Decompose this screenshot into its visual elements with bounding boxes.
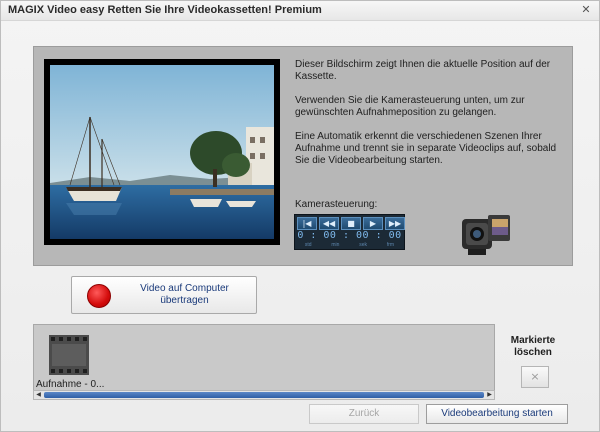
info-paragraph: Eine Automatik erkennt die verschiedenen… bbox=[295, 131, 557, 166]
info-text: Dieser Bildschirm zeigt Ihnen die aktuel… bbox=[295, 59, 565, 179]
record-label-line: übertragen bbox=[160, 295, 209, 306]
storyboard: Aufnahme - 0... bbox=[33, 324, 495, 399]
title-bar: MAGIX Video easy Retten Sie Ihre Videoka… bbox=[1, 1, 599, 21]
back-button[interactable]: Zurück bbox=[309, 404, 419, 424]
record-button[interactable]: Video auf Computer übertragen bbox=[71, 276, 257, 314]
info-paragraph: Verwenden Sie die Kamerasteuerung unten,… bbox=[295, 95, 525, 118]
rewind-icon[interactable]: ◀◀ bbox=[319, 217, 339, 230]
video-preview bbox=[44, 59, 280, 245]
delete-button[interactable]: × bbox=[521, 366, 549, 388]
film-clip-icon[interactable] bbox=[49, 335, 89, 375]
stop-icon[interactable]: ■ bbox=[341, 217, 361, 230]
record-icon bbox=[87, 284, 111, 308]
start-editing-button[interactable]: Videobearbeitung starten bbox=[426, 404, 568, 424]
storyboard-scrollbar[interactable]: ◀ ▶ bbox=[33, 390, 495, 400]
close-icon[interactable]: ✕ bbox=[579, 3, 593, 17]
camera-control-label: Kamerasteuerung: bbox=[295, 199, 378, 210]
clip-label: Aufnahme - 0... bbox=[36, 379, 105, 390]
timecode-unit: sek bbox=[359, 242, 368, 248]
play-icon[interactable]: ▶ bbox=[363, 217, 383, 230]
record-label-line: Video auf Computer bbox=[140, 283, 229, 294]
video-frame-image bbox=[50, 65, 274, 239]
timecode-units: std min sek frm bbox=[295, 242, 404, 248]
camcorder-icon bbox=[462, 215, 510, 255]
info-paragraph: Dieser Bildschirm zeigt Ihnen die aktuel… bbox=[295, 59, 551, 82]
fast-forward-icon[interactable]: ▶▶ bbox=[385, 217, 405, 230]
timecode-unit: frm bbox=[386, 242, 395, 248]
delete-label-line: löschen bbox=[514, 347, 552, 358]
app-window: MAGIX Video easy Retten Sie Ihre Videoka… bbox=[0, 0, 600, 432]
preview-panel: Dieser Bildschirm zeigt Ihnen die aktuel… bbox=[33, 46, 573, 266]
delete-selected-label: Markierte löschen bbox=[506, 335, 560, 359]
scrollbar-thumb[interactable] bbox=[44, 392, 484, 398]
camera-transport: |◀ ◀◀ ■ ▶ ▶▶ 0 : 00 : 00 : 00 std min se… bbox=[294, 214, 405, 250]
close-icon: × bbox=[530, 370, 540, 383]
delete-label-line: Markierte bbox=[510, 335, 556, 346]
scroll-left-icon[interactable]: ◀ bbox=[34, 391, 43, 399]
transport-buttons: |◀ ◀◀ ■ ▶ ▶▶ bbox=[297, 217, 405, 230]
window-title: MAGIX Video easy Retten Sie Ihre Videoka… bbox=[8, 4, 322, 16]
scroll-right-icon[interactable]: ▶ bbox=[485, 391, 494, 399]
timecode-unit: std bbox=[304, 242, 312, 248]
skip-start-icon[interactable]: |◀ bbox=[297, 217, 317, 230]
timecode-display: 0 : 00 : 00 : 00 bbox=[297, 230, 402, 241]
film-strip-icon bbox=[49, 335, 89, 375]
record-label: Video auf Computer übertragen bbox=[122, 283, 247, 307]
timecode-unit: min bbox=[331, 242, 340, 248]
